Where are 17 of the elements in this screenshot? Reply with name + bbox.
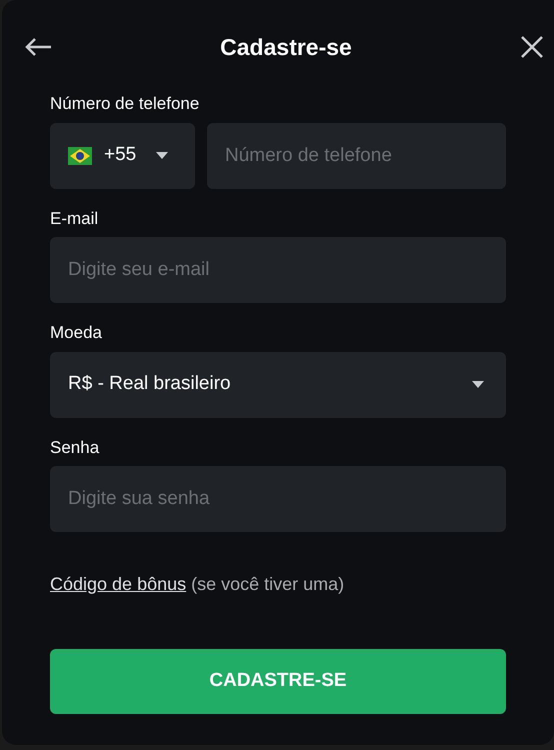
field-label: E-mail [50, 208, 100, 230]
password-input[interactable]: Digite sua senha [50, 466, 506, 532]
modal-title: Cadastre-se [220, 32, 352, 62]
flag-icon [68, 146, 92, 164]
caret-icon [156, 152, 168, 159]
close-icon[interactable] [520, 35, 544, 59]
bonus-code-link[interactable]: Código de bônus [50, 574, 186, 594]
caret-icon [472, 381, 484, 388]
bonus-note: Código de bônus (se você tiver uma) [49, 573, 346, 596]
email-input[interactable]: Digite seu e-mail [50, 237, 506, 303]
field-label: Número de telefone [50, 93, 200, 115]
field-label: Senha [50, 436, 100, 458]
country-code-dropdown[interactable]: +55 [50, 122, 195, 188]
phone-input[interactable]: Número de telefone [207, 122, 506, 188]
currency-select[interactable]: R$ - Real brasileiro [50, 352, 506, 418]
field-label: Moeda [50, 322, 103, 344]
back-arrow-icon[interactable] [24, 37, 52, 57]
